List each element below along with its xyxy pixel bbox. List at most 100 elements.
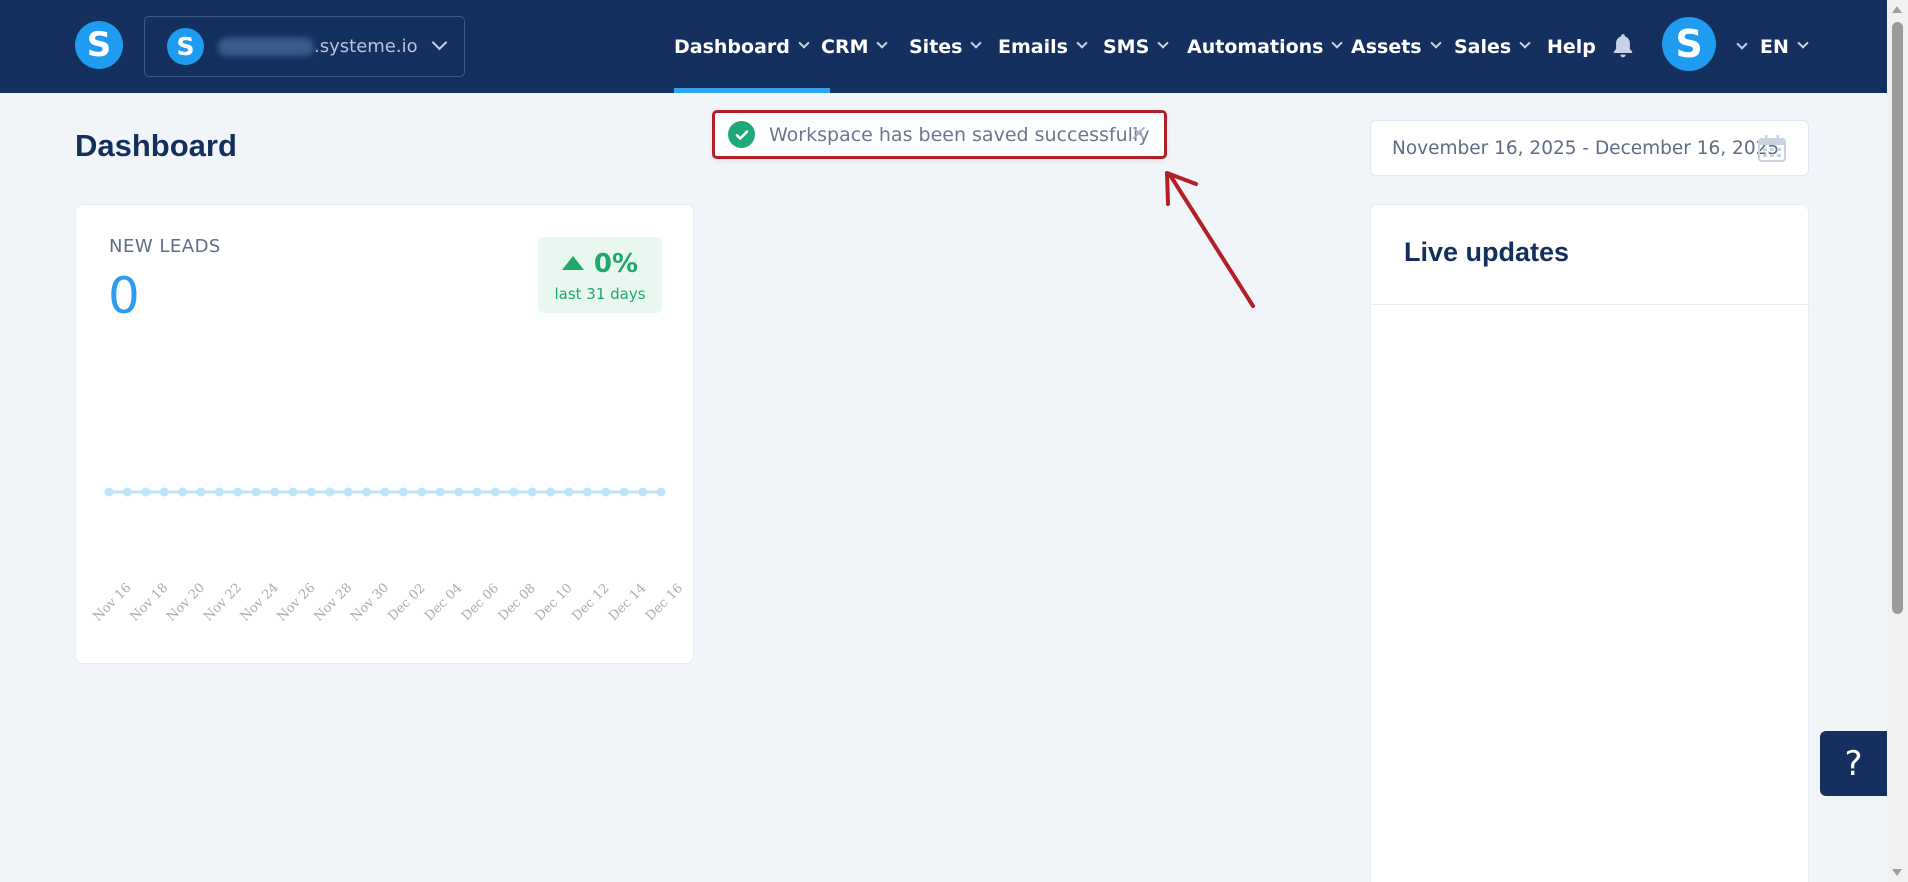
nav-label: SMS [1103, 35, 1150, 58]
top-navbar: S S .systeme.io Dashboard CRM Sites Emails S… [0, 0, 1887, 93]
nav-label: CRM [821, 35, 869, 58]
data-point [582, 487, 592, 497]
data-point [619, 487, 629, 497]
language-selector[interactable]: EN [1760, 0, 1809, 93]
page-title: Dashboard [75, 128, 237, 163]
nav-label: Dashboard [674, 35, 790, 58]
workspace-domain: .systeme.io [314, 36, 418, 57]
avatar-chevron-down-icon[interactable] [1736, 38, 1748, 50]
leads-line-chart: Nov 16Nov 18Nov 20Nov 22Nov 24Nov 26Nov … [91, 487, 686, 625]
nav-item-crm[interactable]: CRM [821, 0, 889, 93]
live-updates-title: Live updates [1404, 237, 1570, 267]
chevron-down-icon [1331, 36, 1344, 49]
data-point [527, 487, 537, 497]
chevron-down-icon [1429, 36, 1442, 49]
workspace-logo: S [167, 28, 204, 65]
nav-label: Help [1547, 35, 1596, 58]
data-point [638, 487, 648, 497]
nav-label: Sales [1454, 35, 1512, 58]
nav-label: Assets [1351, 35, 1422, 58]
nav-item-automations[interactable]: Automations [1187, 0, 1344, 93]
data-point [306, 487, 316, 497]
systeme-logo[interactable]: S [75, 21, 123, 69]
x-tick-label: Dec 06 [459, 581, 502, 624]
nav-item-assets[interactable]: Assets [1351, 0, 1442, 93]
data-point [435, 487, 445, 497]
calendar-icon [1758, 135, 1786, 162]
toast-message: Workspace has been saved successfully [769, 123, 1150, 146]
scroll-thumb[interactable] [1892, 22, 1903, 614]
data-point [564, 487, 574, 497]
data-point [601, 487, 611, 497]
data-point [472, 487, 482, 497]
avatar[interactable]: S [1662, 17, 1716, 71]
nav-item-help[interactable]: Help [1547, 0, 1596, 93]
x-tick-label: Nov 30 [348, 581, 392, 625]
x-tick-label: Dec 02 [385, 581, 428, 624]
nav-item-sites[interactable]: Sites [909, 0, 983, 93]
page-scrollbar[interactable] [1887, 0, 1908, 882]
x-tick-label: Nov 26 [275, 581, 319, 625]
nav-item-sms[interactable]: SMS [1103, 0, 1169, 93]
logo-letter: S [86, 25, 112, 65]
data-point [270, 487, 280, 497]
data-point [490, 487, 500, 497]
annotation-arrow [1165, 171, 1255, 308]
data-point [546, 487, 556, 497]
x-tick-label: Dec 12 [569, 581, 612, 624]
chevron-down-icon [970, 36, 983, 49]
data-point [343, 487, 353, 497]
new-leads-card: NEW LEADS 0 0% last 31 days Nov 16 Nov 18… [75, 204, 694, 664]
avatar-letter: S [1675, 22, 1703, 66]
nav-item-dashboard[interactable]: Dashboard [674, 0, 830, 93]
data-point [196, 487, 206, 497]
nav-label: Sites [909, 35, 963, 58]
workspace-selector[interactable]: S .systeme.io [144, 16, 465, 77]
divider [1371, 304, 1810, 305]
x-tick-label: Nov 18 [127, 581, 171, 625]
x-tick-label: Dec 04 [422, 581, 465, 624]
chevron-down-icon [876, 36, 889, 49]
scroll-up-arrow[interactable] [1892, 6, 1902, 13]
data-point [288, 487, 298, 497]
x-tick-label: Nov 28 [311, 581, 355, 625]
help-button[interactable]: ? [1820, 731, 1887, 796]
scroll-down-arrow[interactable] [1892, 869, 1902, 876]
chevron-down-icon [431, 34, 447, 51]
data-point [380, 487, 390, 497]
data-point [104, 487, 114, 497]
data-point [325, 487, 335, 497]
x-tick-label: Nov 22 [201, 581, 245, 625]
bell-icon[interactable] [1610, 32, 1636, 60]
workspace-logo-letter: S [176, 32, 195, 61]
nav-item-emails[interactable]: Emails [998, 0, 1088, 93]
x-tick-label: Dec 14 [606, 581, 649, 624]
x-tick-label: Dec 10 [533, 581, 576, 624]
data-point [251, 487, 261, 497]
chevron-down-icon [1157, 36, 1169, 49]
close-icon[interactable]: × [1130, 121, 1148, 146]
data-point [233, 487, 243, 497]
data-point [141, 487, 151, 497]
data-point [509, 487, 519, 497]
chevron-down-icon [1076, 36, 1088, 49]
x-tick-label: Nov 20 [164, 581, 208, 625]
x-tick-label: Dec 16 [643, 581, 686, 624]
date-range-picker[interactable]: November 16, 2025 - December 16, 2025 [1370, 120, 1809, 176]
data-point [454, 487, 464, 497]
workspace-name-blurred [218, 37, 314, 56]
x-tick-label: Nov 16 [91, 581, 135, 625]
data-point [398, 487, 408, 497]
x-tick-label: Dec 08 [496, 581, 539, 624]
data-point [178, 487, 188, 497]
data-point [417, 487, 427, 497]
x-tick-label: Nov 24 [238, 581, 282, 625]
chevron-down-icon [1519, 36, 1531, 49]
data-point [362, 487, 372, 497]
nav-label: Automations [1187, 35, 1324, 58]
date-range-value: November 16, 2025 - December 16, 2025 [1392, 137, 1780, 159]
check-circle-icon [728, 121, 755, 148]
nav-item-sales[interactable]: Sales [1454, 0, 1531, 93]
data-point [159, 487, 169, 497]
data-point [214, 487, 224, 497]
